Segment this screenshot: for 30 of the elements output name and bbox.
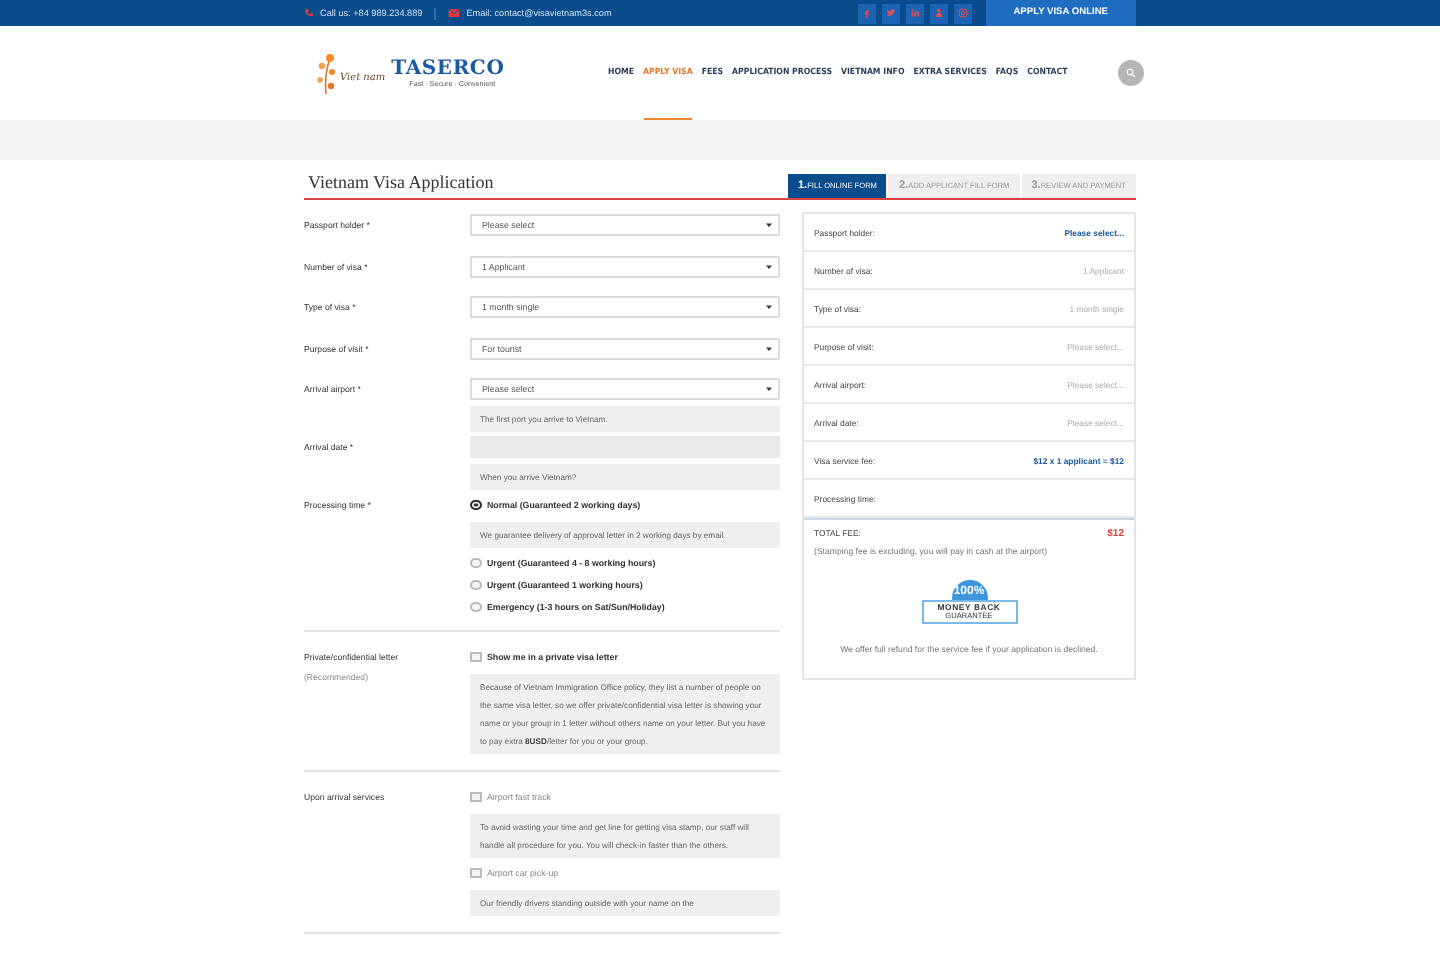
envelope-icon	[448, 8, 461, 18]
social-link[interactable]	[953, 3, 972, 23]
flower-icon	[312, 51, 340, 95]
caret-icon	[766, 386, 772, 392]
checkbox[interactable]	[470, 651, 481, 663]
page-title: Vietnam Visa Application	[308, 172, 494, 192]
radio-button[interactable]	[470, 601, 481, 613]
radio-button[interactable]	[470, 557, 481, 569]
checkbox[interactable]	[470, 867, 481, 879]
social-link[interactable]	[929, 3, 948, 23]
caret-icon	[766, 304, 772, 310]
caret-icon	[766, 222, 772, 228]
search-icon	[1126, 68, 1136, 78]
camera-icon	[957, 8, 968, 18]
radio-button[interactable]	[470, 499, 481, 511]
social-link[interactable]	[881, 3, 900, 23]
checkbox[interactable]	[470, 791, 481, 803]
linkedin-icon	[909, 8, 920, 18]
bird-icon	[885, 8, 896, 18]
phone-icon	[304, 8, 314, 18]
logo-wordmark: TASERCO	[391, 58, 505, 80]
caret-icon	[766, 345, 772, 351]
facebook-icon	[861, 8, 872, 18]
social-link[interactable]	[857, 3, 876, 23]
radio-button[interactable]	[470, 579, 481, 591]
person-icon	[933, 8, 944, 18]
date-field[interactable]	[470, 436, 780, 458]
social-link[interactable]	[905, 3, 924, 23]
search-button[interactable]	[1118, 60, 1144, 86]
caret-icon	[766, 263, 772, 269]
